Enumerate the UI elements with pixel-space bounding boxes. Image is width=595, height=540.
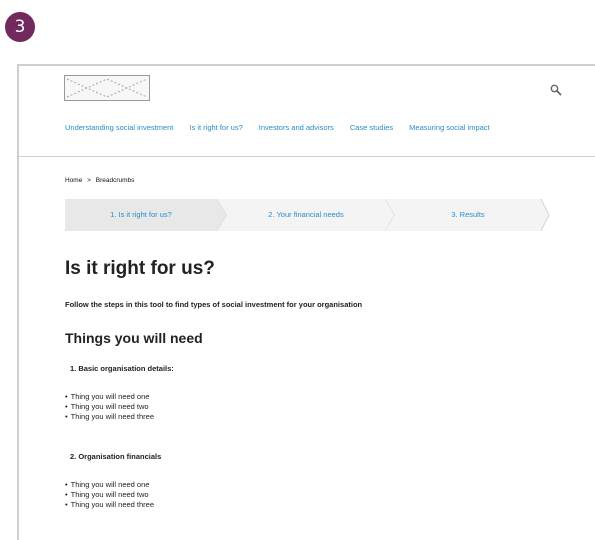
search-icon[interactable] — [550, 83, 562, 96]
step-1-label[interactable]: 1. Is it right for us? — [65, 210, 217, 219]
main-nav: Understanding social investment Is it ri… — [65, 123, 506, 132]
nav-item-investors-and-advisors[interactable]: Investors and advisors — [259, 123, 334, 132]
group-title-basic-details: 1. Basic organisation details: — [70, 364, 174, 373]
list-item: Thing you will need three — [65, 500, 154, 510]
list-item: Thing you will need one — [65, 392, 154, 402]
breadcrumb: Home > Breadcrumbs — [65, 177, 137, 184]
needs-list-financials: Thing you will need one Thing you will n… — [65, 480, 154, 510]
step-number-badge: 3 — [5, 12, 35, 42]
step-2-label[interactable]: 2. Your financial needs — [227, 210, 385, 219]
logo-placeholder[interactable] — [64, 75, 150, 101]
progress-stepper: 1. Is it right for us? 2. Your financial… — [65, 199, 550, 231]
breadcrumb-home[interactable]: Home — [65, 177, 82, 184]
list-item: Thing you will need one — [65, 480, 154, 490]
nav-item-measuring-social-impact[interactable]: Measuring social impact — [409, 123, 489, 132]
page-frame: Understanding social investment Is it ri… — [17, 64, 595, 540]
breadcrumb-current: Breadcrumbs — [95, 177, 135, 184]
breadcrumb-separator: > — [87, 177, 91, 184]
list-item: Thing you will need two — [65, 490, 154, 500]
list-item: Thing you will need three — [65, 412, 154, 422]
nav-item-is-it-right-for-us[interactable]: Is it right for us? — [189, 123, 242, 132]
nav-item-case-studies[interactable]: Case studies — [350, 123, 393, 132]
needs-list-basic-details: Thing you will need one Thing you will n… — [65, 392, 154, 422]
section-title: Things you will need — [65, 330, 203, 346]
group-title-financials: 2. Organisation financials — [70, 452, 162, 461]
intro-text: Follow the steps in this tool to find ty… — [65, 300, 363, 309]
list-item: Thing you will need two — [65, 402, 154, 412]
nav-item-understanding-social-investment[interactable]: Understanding social investment — [65, 123, 173, 132]
step-3-label[interactable]: 3. Results — [395, 210, 541, 219]
nav-divider — [19, 156, 595, 157]
page-title: Is it right for us? — [65, 258, 215, 279]
